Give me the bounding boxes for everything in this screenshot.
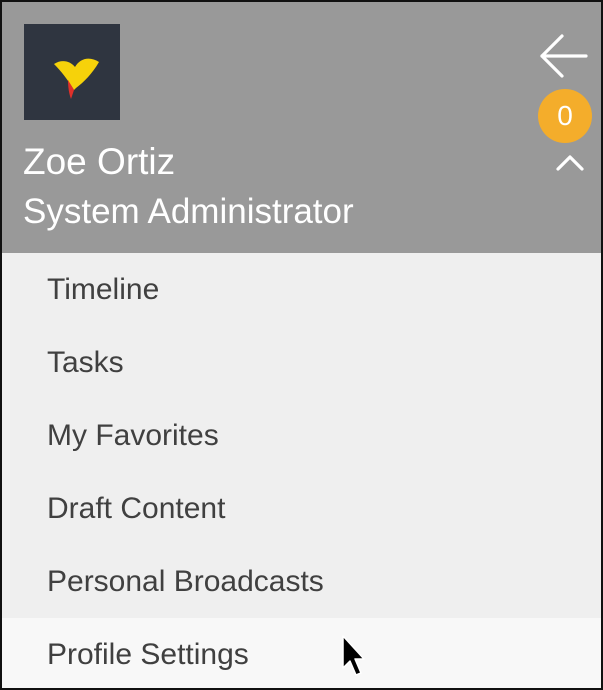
menu-item-label: Timeline — [47, 272, 160, 306]
back-arrow-button[interactable] — [530, 28, 594, 84]
menu-item-label: Personal Broadcasts — [47, 564, 324, 598]
menu-item-label: Tasks — [47, 345, 124, 379]
menu-item-tasks[interactable]: Tasks — [2, 326, 601, 399]
user-name: Zoe Ortiz — [23, 141, 176, 182]
menu-item-profile-settings[interactable]: Profile Settings — [2, 618, 601, 688]
avatar[interactable] — [24, 24, 120, 120]
navigation-drawer: Zoe Ortiz System Administrator Timeline … — [0, 0, 603, 690]
menu-item-label: My Favorites — [47, 418, 219, 452]
menu-item-label: Profile Settings — [47, 637, 249, 671]
chevron-up-icon — [556, 155, 584, 171]
menu-item-timeline[interactable]: Timeline — [2, 253, 601, 326]
menu-item-draft-content[interactable]: Draft Content — [2, 472, 601, 545]
tasks-count-badge: 0 — [538, 89, 592, 143]
drawer-menu: Timeline Tasks My Favorites Draft Conten… — [2, 253, 601, 688]
collapse-profile-button[interactable] — [548, 142, 592, 182]
arrow-left-icon — [540, 34, 588, 78]
menu-item-personal-broadcasts[interactable]: Personal Broadcasts — [2, 545, 601, 618]
yellowfin-logo-icon — [54, 58, 99, 99]
user-role: System Administrator — [23, 192, 354, 231]
menu-item-my-favorites[interactable]: My Favorites — [2, 399, 601, 472]
profile-header: Zoe Ortiz System Administrator — [2, 2, 601, 253]
menu-item-label: Draft Content — [47, 491, 226, 525]
